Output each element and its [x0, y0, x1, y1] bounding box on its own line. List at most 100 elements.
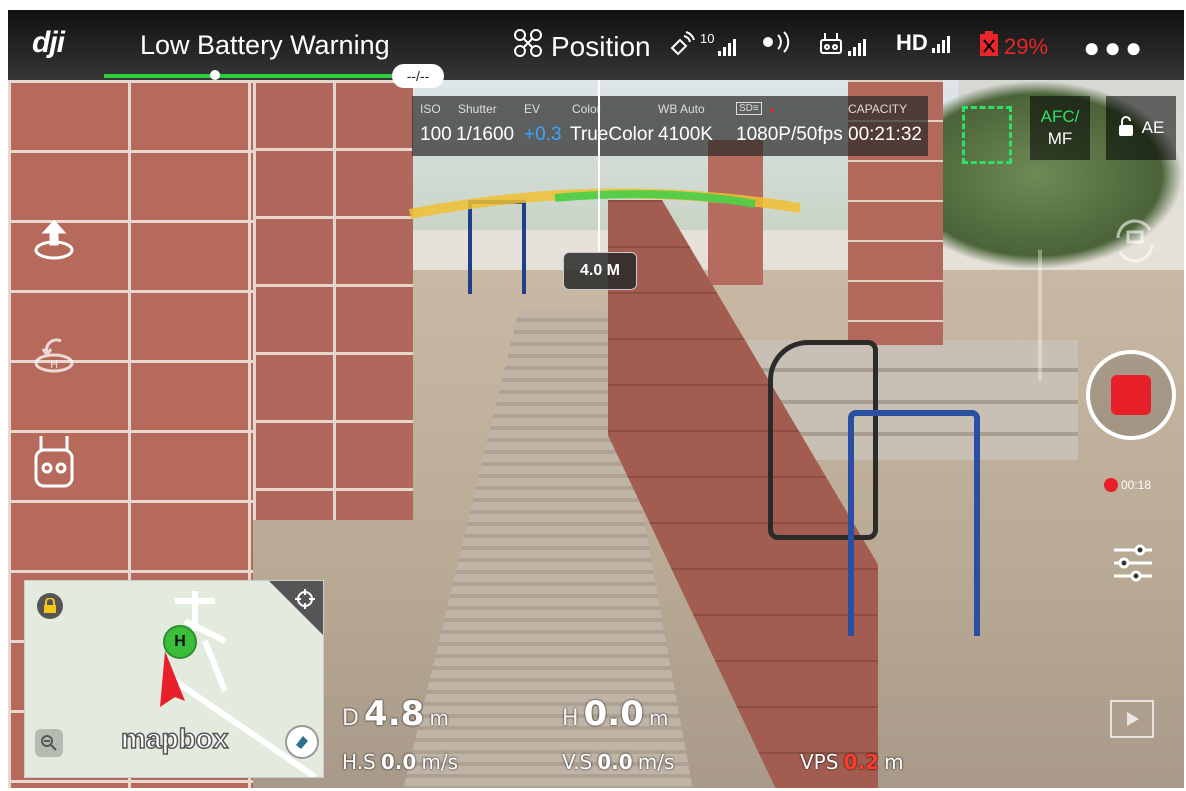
- map-lock-button[interactable]: [37, 593, 63, 619]
- takeoff-icon: [34, 219, 74, 260]
- locate-icon[interactable]: [293, 587, 317, 611]
- distance-readout: D 4.8 m: [342, 694, 449, 734]
- color-value: TrueColor: [570, 124, 654, 145]
- record-time: 00:18: [1104, 478, 1151, 492]
- playback-button[interactable]: [1110, 700, 1154, 738]
- vertical-speed-readout: V.S 0.0 m/s: [562, 750, 674, 774]
- remote-mode-button[interactable]: [30, 430, 78, 494]
- obstacle-distance-line: [598, 80, 600, 252]
- ev-label: EV: [524, 102, 541, 116]
- top-status-bar: dji Low Battery Warning --/-- Position 1…: [8, 10, 1184, 88]
- horizontal-speed-unit: m/s: [421, 750, 459, 774]
- hd-signal-status[interactable]: HD: [896, 30, 950, 56]
- return-home-button[interactable]: H: [30, 330, 78, 378]
- battery-status[interactable]: 29%: [978, 30, 1048, 64]
- battery-percent: 29%: [1004, 34, 1049, 59]
- distance-unit: m: [429, 706, 449, 730]
- dji-logo[interactable]: dji: [32, 26, 65, 60]
- zoom-out-button[interactable]: [35, 729, 63, 757]
- obstacle-distance-label: 4.0 M: [563, 252, 637, 290]
- recording-dot: [1104, 478, 1118, 492]
- brick-pillar-left: [253, 80, 413, 520]
- sd-status-dot: •: [770, 102, 775, 118]
- more-icon[interactable]: ●●●: [1083, 32, 1146, 64]
- camera-settings-button[interactable]: [1110, 540, 1156, 586]
- zoom-out-icon: [41, 735, 57, 751]
- unlock-icon: [1118, 115, 1134, 142]
- obstacle-sensing-status[interactable]: [760, 30, 796, 60]
- gimbal-slider[interactable]: [1038, 250, 1042, 380]
- warning-progress-bar: [104, 74, 394, 78]
- vertical-speed-value: 0.0: [597, 750, 633, 774]
- satellite-icon: [668, 30, 696, 62]
- mf-label: MF: [1047, 129, 1073, 148]
- clear-path-button[interactable]: [285, 725, 319, 759]
- vps-unit: m: [884, 750, 904, 774]
- wb-label: WB Auto: [658, 102, 705, 116]
- gps-status[interactable]: 10: [668, 30, 737, 62]
- recording-info-panel[interactable]: SD≡ • 1080P/50fps CAPACITY 00:21:32: [732, 96, 928, 156]
- aircraft-arrow-icon: [160, 651, 185, 707]
- distance-value: 4.8: [364, 694, 425, 734]
- obstacle-arc: [409, 188, 801, 219]
- horizontal-speed-label: H.S: [342, 750, 376, 774]
- sliders-icon: [1114, 544, 1152, 582]
- takeoff-button[interactable]: [30, 215, 78, 263]
- capacity-label: CAPACITY: [848, 102, 908, 116]
- height-readout: H 0.0 m: [562, 694, 668, 734]
- svg-text:H: H: [50, 358, 58, 371]
- record-stop-icon: [1111, 375, 1151, 415]
- return-home-dash-pill: --/--: [392, 64, 444, 88]
- hd-signal-icon: [931, 33, 950, 53]
- color-label: Color: [572, 102, 601, 116]
- remote-signal-icon: [848, 36, 866, 56]
- walker-near: [848, 410, 980, 636]
- warning-progress-knob: [210, 70, 220, 80]
- iso-value: 100: [420, 124, 452, 145]
- sd-card-icon: SD≡: [736, 102, 762, 115]
- low-battery-warning[interactable]: Low Battery Warning: [140, 30, 390, 61]
- height-label: H: [562, 706, 579, 731]
- return-home-icon: H: [34, 338, 74, 373]
- height-value: 0.0: [583, 694, 644, 734]
- ae-label: AE: [1141, 118, 1165, 137]
- remote-controller-icon: [818, 30, 844, 62]
- drone-icon: [513, 28, 543, 65]
- focus-mode-button[interactable]: AFC/ MF: [1030, 96, 1090, 160]
- flight-mode[interactable]: Position: [513, 28, 651, 65]
- horizontal-speed-value: 0.0: [380, 750, 417, 774]
- controller-icon: [34, 436, 74, 488]
- shutter-label: Shutter: [458, 102, 497, 116]
- hd-label: HD: [896, 30, 928, 55]
- eraser-icon: [296, 736, 308, 749]
- resolution-value: 1080P/50fps: [736, 124, 843, 145]
- distance-label: D: [342, 706, 359, 731]
- shutter-value: 1/1600: [456, 124, 515, 145]
- ev-value: +0.3: [524, 124, 562, 145]
- gimbal-camera-switch-icon[interactable]: [1110, 218, 1160, 264]
- ae-lock-button[interactable]: AE: [1106, 96, 1176, 160]
- camera-settings-panel[interactable]: ISO 100 Shutter 1/1600 EV +0.3 Color Tru…: [412, 96, 732, 156]
- vertical-speed-unit: m/s: [637, 750, 675, 774]
- focus-frame-icon[interactable]: [962, 106, 1012, 164]
- vps-value: 0.2: [843, 750, 879, 774]
- capacity-value: 00:21:32: [848, 124, 922, 145]
- lock-icon: [44, 598, 56, 613]
- wb-value: 4100K: [658, 124, 713, 145]
- home-point-marker: H: [163, 625, 197, 659]
- gps-signal-icon: [718, 36, 737, 56]
- vertical-speed-label: V.S: [562, 750, 593, 774]
- battery-warning-icon: [978, 30, 1000, 64]
- afc-label: AFC/: [1040, 107, 1080, 126]
- flight-mode-label: Position: [551, 30, 651, 62]
- iso-label: ISO: [420, 102, 441, 116]
- vps-label: VPS: [800, 750, 839, 774]
- record-button[interactable]: [1086, 350, 1176, 440]
- height-unit: m: [648, 706, 669, 730]
- mini-map[interactable]: H mapbox: [24, 580, 324, 778]
- vps-readout: VPS 0.2 m: [800, 750, 904, 774]
- remote-signal-status[interactable]: [818, 30, 866, 62]
- horizontal-speed-readout: H.S 0.0 m/s: [342, 750, 458, 774]
- gps-count: 10: [700, 30, 715, 46]
- mapbox-logo: mapbox: [120, 722, 229, 755]
